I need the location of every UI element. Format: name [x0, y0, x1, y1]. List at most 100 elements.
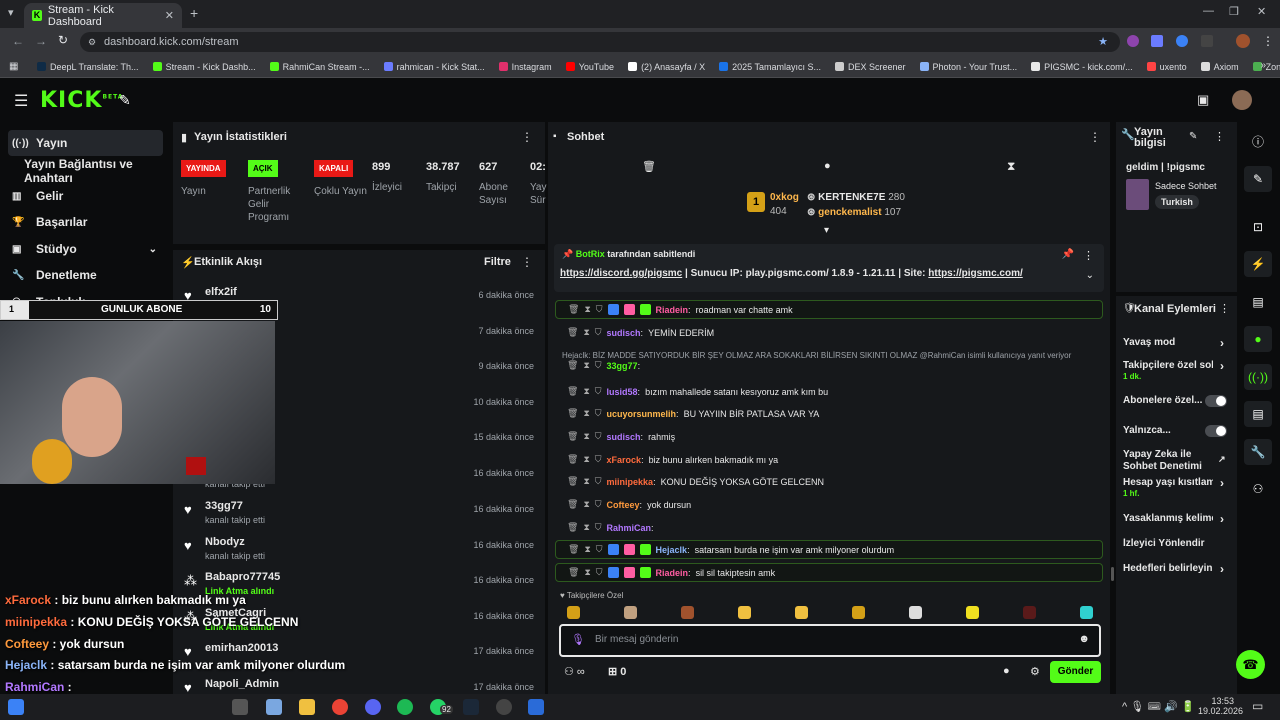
window-close-icon[interactable]: ✕ [1257, 5, 1266, 18]
chat-message[interactable]: 🗑 ⧗ ⛉ Riadein: roadman var chatte amk [555, 300, 1103, 319]
ban-shield-icon[interactable]: ⛉ [595, 386, 602, 397]
sidebar-item[interactable]: ((·)) Yayın [8, 130, 163, 156]
chat-username[interactable]: 33gg77 [607, 361, 638, 371]
chat-username[interactable]: miinipekka [607, 477, 654, 487]
chat-message[interactable]: 🗑 ⧗ ⛉ Hejaclk: satarsam burda ne işim var am… [555, 540, 1103, 559]
emoji-picker-icon[interactable]: ☻ [1078, 633, 1090, 645]
chat-message[interactable]: 🗑 ⧗ ⛉ 33gg77: [555, 356, 1103, 375]
site-info-icon[interactable]: ⚙ [88, 32, 96, 52]
bookmark-star-icon[interactable]: ★ [1098, 32, 1108, 52]
tab-close-icon[interactable]: ✕ [165, 9, 174, 22]
edit-icon[interactable]: ✎ [1244, 166, 1272, 192]
toggle-switch[interactable] [1205, 395, 1227, 407]
delete-message-icon[interactable]: 🗑 [567, 327, 578, 338]
info-icon[interactable]: ⓘ [1244, 128, 1272, 154]
chat-settings-gear-icon[interactable]: ⚙ [1030, 665, 1040, 678]
timeout-hourglass-icon[interactable]: ⧗ [583, 522, 589, 533]
task-view-icon[interactable] [232, 699, 248, 715]
dashboard-layout-icon[interactable]: ▣ [1197, 92, 1209, 108]
maximize-icon[interactable]: ❐ [1229, 5, 1239, 18]
extensions-puzzle-icon[interactable] [1201, 35, 1213, 47]
activity-username[interactable]: Nbodyz [205, 536, 245, 548]
document-icon[interactable]: ▤ [1244, 289, 1272, 315]
new-tab-icon[interactable]: + [190, 5, 198, 21]
notification-icon[interactable]: ▭ [1252, 699, 1263, 713]
chat-message[interactable]: 🗑 ⧗ ⛉ Cofteey: yok dursun [555, 495, 1103, 514]
language-tag[interactable]: Turkish [1155, 195, 1199, 209]
bookmark-item[interactable]: (2) Anasayfa / X [621, 62, 712, 72]
discord-icon[interactable] [365, 699, 381, 715]
chat-scrollbar[interactable] [1111, 567, 1114, 581]
apps-grid-icon[interactable]: ▦ [9, 61, 18, 72]
profile-avatar-icon[interactable] [1236, 34, 1250, 48]
url-field[interactable]: ⚙ dashboard.kick.com/stream ★ [80, 32, 1120, 52]
chat-username[interactable]: lusid58 [607, 387, 638, 397]
channel-action-item[interactable]: Yavaş mod › [1123, 337, 1228, 349]
emote-icon[interactable] [567, 606, 580, 619]
channel-action-item[interactable]: Yapay Zeka ile Sohbet Denetimi ↗ [1123, 449, 1228, 473]
bookmark-item[interactable]: YouTube [559, 62, 621, 72]
obs-icon[interactable] [496, 699, 512, 715]
bookmark-item[interactable]: PIGSMC - kick.com/... [1024, 62, 1140, 72]
site-link[interactable]: https://pigsmc.com/ [928, 268, 1022, 279]
leaderboard-name[interactable]: 0xkog [770, 192, 799, 203]
layout-icon[interactable]: ▤ [1244, 401, 1272, 427]
activity-username[interactable]: emirhan20013 [205, 642, 278, 654]
ban-shield-icon[interactable]: ⛉ [595, 431, 602, 442]
channel-action-item[interactable]: Takipçilere özel soh 1 dk. › [1123, 360, 1228, 382]
chat-message[interactable]: 🗑 ⧗ ⛉ Riadein: sil sil takiptesin amk [555, 563, 1103, 582]
activity-item[interactable]: ♥ Nbodyz kanalı takip etti 16 dakika önce [180, 534, 540, 570]
chat-message[interactable]: 🗑 ⧗ ⛉ sudisch: rahmiş [555, 427, 1103, 446]
delete-message-icon[interactable]: 🗑 [567, 386, 578, 397]
sidebar-item[interactable]: ▣ Stüdyo ⌄ [8, 236, 163, 262]
app-icon[interactable] [528, 699, 544, 715]
sidebar-item[interactable]: Yayın Bağlantısı ve Anahtarı [8, 157, 163, 185]
leaderboard-entry-2[interactable]: ⊛ KERTENKE7E 280 [807, 192, 905, 203]
ban-shield-icon[interactable]: ⛉ [595, 499, 602, 510]
channel-action-item[interactable]: Abonelere özel... [1123, 395, 1228, 407]
channel-actions-menu-icon[interactable]: ⋮ [1219, 302, 1230, 315]
discord-link[interactable]: https://discord.gg/pigsmc [560, 268, 682, 279]
community-icon[interactable]: ⚇ [1244, 476, 1272, 502]
chat-message[interactable]: 🗑 ⧗ ⛉ xFarock: biz bunu alırken bakmadık mı … [555, 450, 1103, 469]
bookmark-item[interactable]: DEX Screener [828, 62, 913, 72]
pin-tool-icon[interactable]: ✎ [119, 92, 131, 109]
chat-username[interactable]: Riadein [656, 305, 689, 315]
emote-icon[interactable] [909, 606, 922, 619]
weather-icon[interactable] [8, 699, 24, 715]
emote-icon[interactable] [624, 606, 637, 619]
edit-stream-info-icon[interactable]: ✎ [1189, 131, 1197, 142]
activity-item[interactable]: ♥ Napoli_Admin 17 dakika önce [180, 676, 540, 694]
activity-username[interactable]: elfx2if [205, 286, 237, 298]
spotify-icon[interactable] [397, 699, 413, 715]
chat-username[interactable]: Cofteey [607, 500, 640, 510]
bookmark-item[interactable]: Axiom [1194, 62, 1246, 72]
timeout-hourglass-icon[interactable]: ⧗ [584, 567, 590, 578]
delete-message-icon[interactable]: 🗑 [567, 431, 578, 442]
emote-icon[interactable] [738, 606, 751, 619]
bookmark-item[interactable]: Photon - Your Trust... [913, 62, 1025, 72]
delete-message-icon[interactable]: 🗑 [568, 544, 579, 555]
mic-icon[interactable]: 🎙 [571, 633, 585, 646]
browser-menu-icon[interactable]: ⋮ [1262, 34, 1274, 48]
chat-settings-bubble-icon[interactable]: ● [1003, 665, 1010, 677]
channel-action-item[interactable]: Hesap yaşı kısıtlama 1 hf. › [1123, 477, 1228, 499]
ban-shield-icon[interactable]: ⛉ [595, 327, 602, 338]
extension-icon[interactable] [1176, 35, 1188, 47]
ban-shield-icon[interactable]: ⛉ [595, 360, 602, 371]
browser-tab[interactable]: K Stream - Kick Dashboard ✕ [24, 3, 182, 28]
delete-message-icon[interactable]: 🗑 [567, 454, 578, 465]
emote-icon[interactable] [852, 606, 865, 619]
back-icon[interactable]: ← [12, 34, 24, 48]
chat-username[interactable]: sudisch [607, 432, 641, 442]
timeout-hourglass-icon[interactable]: ⧗ [583, 431, 589, 442]
activity-username[interactable]: Babapro77745 [205, 571, 280, 583]
broadcast-icon[interactable]: ((·)) [1244, 364, 1272, 390]
bookmark-item[interactable]: Instagram [492, 62, 559, 72]
chat-message[interactable]: 🗑 ⧗ ⛉ ucuyorsunmelih: BU YAYIIN BİR PATLASA … [555, 404, 1103, 423]
chat-icon[interactable]: ● [1244, 326, 1272, 352]
timeout-hourglass-icon[interactable]: ⧗ [583, 454, 589, 465]
channel-action-item[interactable]: Yalnızca... [1123, 425, 1228, 437]
stats-menu-icon[interactable]: ⋮ [521, 130, 533, 144]
emote-icon[interactable] [681, 606, 694, 619]
